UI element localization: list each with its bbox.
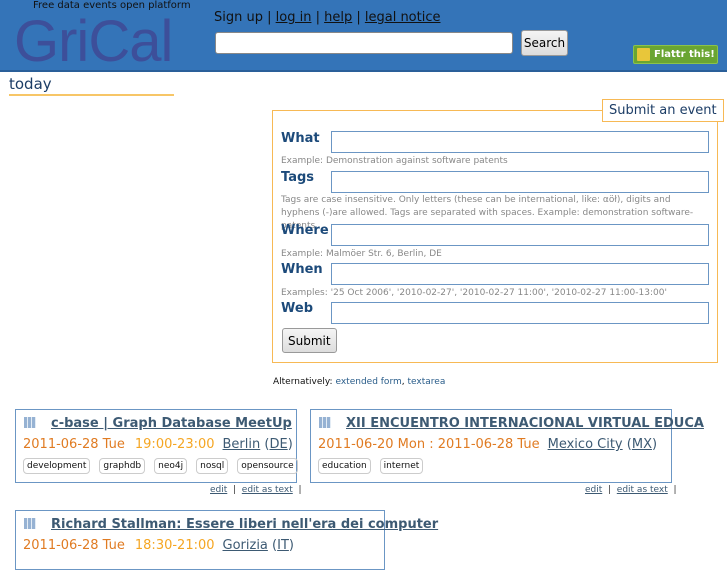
where-label: Where <box>281 223 329 238</box>
search-button[interactable]: Search <box>521 30 568 56</box>
submit-button[interactable]: Submit <box>282 328 337 353</box>
web-label: Web <box>281 301 313 316</box>
event-city[interactable]: Mexico City <box>548 437 623 452</box>
tags-label: Tags <box>281 170 315 185</box>
calendar-icon[interactable] <box>24 417 36 428</box>
event-card: c-base | Graph Database MeetUp 2011-06-2… <box>15 409 298 483</box>
what-input[interactable] <box>331 131 709 153</box>
edit-as-text-link[interactable]: edit as text <box>242 485 293 495</box>
alt-label: Alternatively: <box>273 377 333 387</box>
tag[interactable]: nosql <box>196 458 229 474</box>
help-link[interactable]: help <box>324 10 352 25</box>
event-country[interactable]: IT <box>277 538 289 553</box>
when-input[interactable] <box>331 263 709 285</box>
edit-link[interactable]: edit <box>210 485 227 495</box>
event-date: 2011-06-28 Tue <box>23 437 125 452</box>
submit-event-form: What Example: Demonstration against soft… <box>272 110 718 363</box>
tag[interactable]: neo4j <box>154 458 188 474</box>
edit-as-text-link[interactable]: edit as text <box>617 485 668 495</box>
event-city[interactable]: Berlin <box>223 437 261 452</box>
event-date: 2011-06-28 Tue <box>23 538 125 553</box>
search-input[interactable] <box>215 32 513 54</box>
tag[interactable]: education <box>318 458 371 474</box>
event-country[interactable]: MX <box>632 437 652 452</box>
event-card: XII ENCUENTRO INTERNACIONAL VIRTUAL EDUC… <box>310 409 704 483</box>
tag[interactable]: graphdb <box>99 458 146 474</box>
event-date: 2011-06-20 Mon : 2011-06-28 Tue <box>318 437 540 452</box>
tag[interactable]: development <box>23 458 91 474</box>
event-city[interactable]: Gorizia <box>223 538 268 553</box>
logo[interactable]: GriCal <box>14 12 173 72</box>
calendar-icon[interactable] <box>319 417 331 428</box>
signup-link[interactable]: Sign up <box>214 10 263 25</box>
extended-form-link[interactable]: extended form <box>335 377 401 387</box>
flattr-button[interactable]: Flattr this! <box>633 45 718 64</box>
header: Free data events open platform GriCal Si… <box>0 0 727 72</box>
submit-event-tab[interactable]: Submit an event <box>602 99 724 122</box>
tag[interactable]: internet <box>379 458 424 474</box>
web-input[interactable] <box>331 302 709 324</box>
today-heading: today <box>9 75 174 96</box>
flattr-icon <box>637 48 650 61</box>
event-country[interactable]: DE <box>269 437 287 452</box>
flattr-label: Flattr this! <box>654 49 715 60</box>
top-links: Sign up | log in | help | legal notice <box>214 10 441 25</box>
event-title[interactable]: XII ENCUENTRO INTERNACIONAL VIRTUAL EDUC… <box>346 416 704 431</box>
event-edit-links: edit | edit as text | <box>210 485 302 495</box>
what-label: What <box>281 131 320 146</box>
event-edit-links: edit | edit as text | <box>585 485 677 495</box>
when-hint: Examples: '25 Oct 2006', '2010-02-27', '… <box>281 288 667 298</box>
tags-input[interactable] <box>331 171 709 193</box>
event-time: 18:30-21:00 <box>134 538 215 553</box>
event-card: Richard Stallman: Essere liberi nell'era… <box>15 510 438 570</box>
when-label: When <box>281 262 323 277</box>
alternative-forms: Alternatively: extended form, textarea <box>273 377 446 387</box>
calendar-icon[interactable] <box>24 518 36 529</box>
event-title[interactable]: Richard Stallman: Essere liberi nell'era… <box>51 517 438 532</box>
event-time: 19:00-23:00 <box>134 437 215 452</box>
event-title[interactable]: c-base | Graph Database MeetUp <box>51 416 292 431</box>
what-hint: Example: Demonstration against software … <box>281 156 508 166</box>
textarea-link[interactable]: textarea <box>408 377 446 387</box>
edit-link[interactable]: edit <box>585 485 602 495</box>
legal-notice-link[interactable]: legal notice <box>365 10 441 25</box>
tag[interactable]: opensource <box>237 458 298 474</box>
login-link[interactable]: log in <box>276 10 312 25</box>
where-input[interactable] <box>331 224 709 246</box>
where-hint: Example: Malmöer Str. 6, Berlin, DE <box>281 249 442 259</box>
